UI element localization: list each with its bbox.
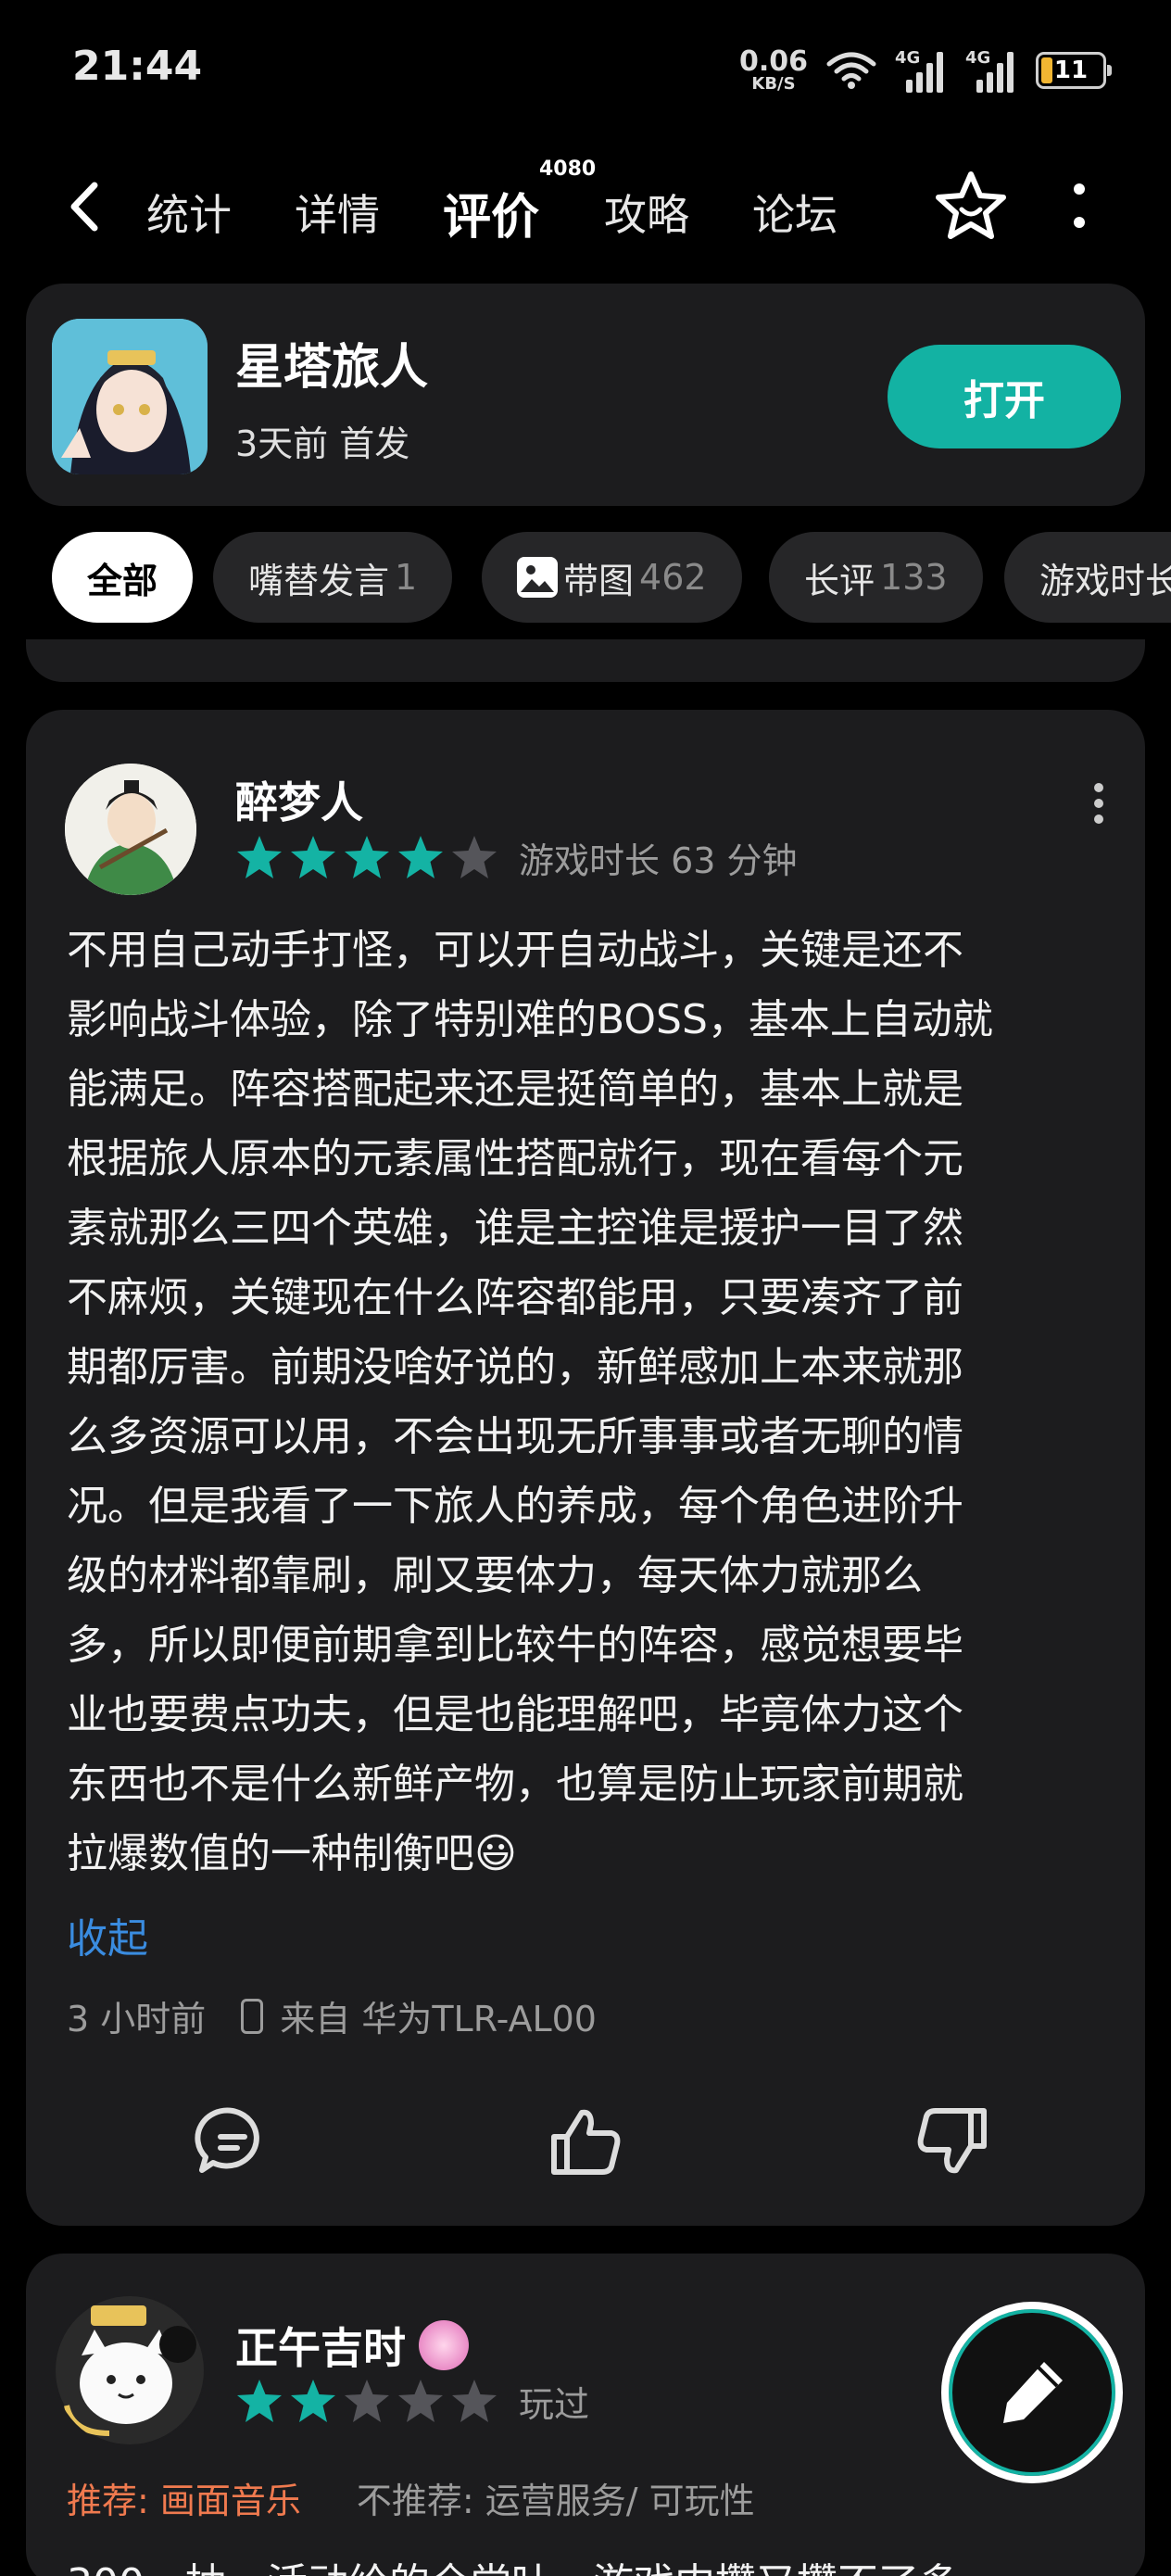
reviewer-name[interactable]: 醉梦人 [235,769,363,830]
cell-signal-2-icon: 4G [965,48,1017,93]
review-body: 不用自己动手打怪，可以开自动战斗，关键是还不 影响战斗体验，除了特别难的BOSS… [67,915,1114,1888]
network-speed: 0.06 KB/S [739,48,808,93]
review-card: 醉梦人 游戏时长 63 分钟 不用自己动手打怪，可以开自动战斗，关键是还不 影响… [26,710,1145,2226]
review-line: 期都厉害。前期没啥好说的，新鲜感加上本来就那 [67,1344,963,1391]
star-empty-icon [452,836,497,878]
status-bar: 21:44 0.06 KB/S 4G 4G 11 [0,0,1171,139]
review-line: 不麻烦，关键现在什么阵容都能用，只要凑齐了前 [67,1274,963,1321]
review-line: 多，所以即便前期拿到比较牛的阵容，感觉想要毕 [67,1622,963,1669]
review-line: 级的材料都靠刷，刷又要体力，每天体力就那么 [67,1552,923,1599]
recommend-tag: 推荐: 画面音乐 [67,2481,301,2521]
app-icon[interactable] [52,319,208,474]
open-app-button[interactable]: 打开 [888,345,1121,448]
review-line: 根据旅人原本的元素属性搭配就行，现在看每个元 [67,1135,963,1182]
app-release-info: 3天前 首发 [235,423,410,464]
user-badge-icon [419,2320,469,2370]
network-speed-unit: KB/S [751,74,796,94]
thumbs-up-icon[interactable] [543,2100,626,2183]
favorite-star-icon[interactable] [934,169,1008,243]
rating-stars [235,834,498,880]
battery-icon: 11 [1036,52,1112,89]
review-body: 300一抽，活动给的全党吐，游戏内攒又攒不了多 [67,2550,960,2576]
rating-stars [235,2378,498,2424]
collapse-link[interactable]: 收起 [67,1905,148,1964]
image-icon [517,557,558,598]
review-actions [26,2100,1145,2183]
review-line: 拉爆数值的一种制衡吧😃 [67,1830,517,1877]
write-review-button[interactable] [941,2302,1123,2483]
review-more-icon[interactable] [1089,780,1108,827]
review-line: 东西也不是什么新鲜产物，也算是防止玩家前期就 [67,1761,963,1808]
more-vertical-icon[interactable] [1065,182,1093,234]
star-filled-icon [291,836,335,878]
star-filled-icon [237,836,282,878]
recommend-tags: 推荐: 画面音乐 不推荐: 运营服务/ 可玩性 [67,2472,755,2523]
edit-pencil-icon [1003,2362,1063,2423]
played-status: 玩过 [519,2384,590,2425]
review-line: 况。但是我看了一下旅人的养成，每个角色进阶升 [67,1483,963,1530]
wifi-icon [826,52,876,89]
app-name: 星塔旅人 [235,340,429,396]
not-recommend-tag: 不推荐: 运营服务/ 可玩性 [356,2481,755,2521]
playtime: 游戏时长 63 分钟 [519,840,798,881]
tab-guides[interactable]: 攻略 [604,182,689,243]
thumbs-down-icon[interactable] [912,2100,995,2183]
filter-all[interactable]: 全部 [52,532,193,623]
tab-forum[interactable]: 论坛 [752,182,837,243]
comment-icon[interactable] [191,2100,274,2183]
tab-stats[interactable]: 统计 [146,182,232,243]
cell-signal-1-icon: 4G [895,48,947,93]
reviews-count-badge: 4080 [539,158,597,181]
star-filled-icon [237,2380,282,2422]
star-filled-icon [398,836,443,878]
review-line: 么多资源可以用，不会出现无所事事或者无聊的情 [67,1413,963,1460]
star-empty-icon [452,2380,497,2422]
review-device: 来自 华为TLR-AL00 [280,1999,597,2039]
clock: 21:44 [72,43,203,90]
star-empty-icon [398,2380,443,2422]
filter-with-images[interactable]: 带图 462 [482,532,742,623]
tab-reviews[interactable]: 评价 [443,178,539,247]
star-filled-icon [345,836,389,878]
tab-details[interactable]: 详情 [295,182,380,243]
back-arrow-icon[interactable] [57,174,113,239]
star-filled-icon [291,2380,335,2422]
filter-quotes[interactable]: 嘴替发言 1 [213,532,453,623]
filter-playtime[interactable]: 游戏时长 [1004,532,1171,623]
review-filters: 全部 嘴替发言 1 带图 462 长评 133 游戏时长 [0,532,1171,625]
review-time: 3 小时前 [67,1999,207,2039]
app-header-card: 星塔旅人 3天前 首发 打开 [26,284,1145,506]
top-nav: 统计 详情 评价 4080 攻略 论坛 [0,158,1171,259]
avatar[interactable] [65,764,196,895]
review-line: 影响战斗体验，除了特别难的BOSS，基本上自动就 [67,996,993,1043]
phone-icon [241,1998,264,2034]
review-meta: 3 小时前 来自 华为TLR-AL00 [67,1990,597,2041]
star-empty-icon [345,2380,389,2422]
review-line: 不用自己动手打怪，可以开自动战斗，关键是还不 [67,927,963,974]
previous-card-edge [26,639,1145,682]
review-line: 素就那么三四个英雄，谁是主控谁是援护一目了然 [67,1205,963,1252]
review-line: 能满足。阵容搭配起来还是挺简单的，基本上就是 [67,1066,963,1113]
avatar[interactable] [54,2294,206,2446]
status-icons: 0.06 KB/S 4G 4G 11 [739,43,1112,98]
battery-level: 11 [1053,57,1089,84]
review-line: 业也要费点功夫，但是也能理解吧，毕竟体力这个 [67,1691,963,1738]
filter-long-reviews[interactable]: 长评 133 [769,532,983,623]
reviewer-name[interactable]: 正午吉时 [235,2315,469,2376]
network-speed-value: 0.06 [738,45,808,78]
